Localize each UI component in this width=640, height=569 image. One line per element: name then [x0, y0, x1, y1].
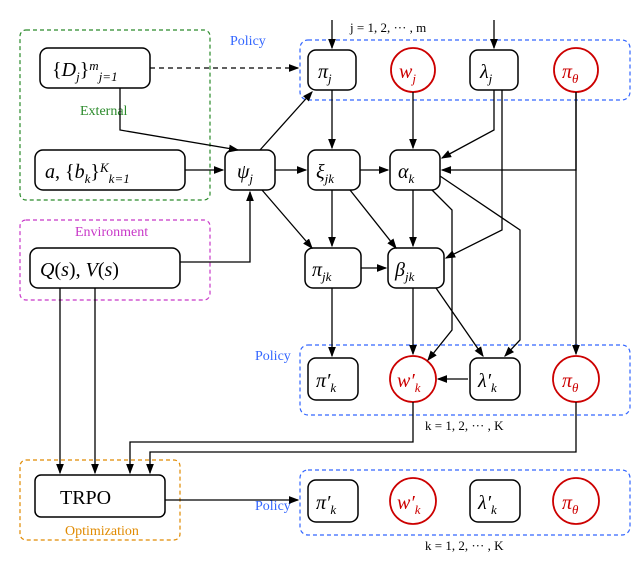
policy-mid-label: Policy — [255, 349, 291, 364]
node-pitheta-bot — [553, 478, 599, 524]
node-TRPO-label: TRPO — [60, 487, 111, 509]
annotation-bot-k: k = 1, 2, ··· , K — [425, 538, 504, 553]
annotation-mid-k: k = 1, 2, ··· , K — [425, 418, 504, 433]
node-pitheta-mid — [553, 356, 599, 402]
policy-top-label: Policy — [230, 34, 266, 49]
annotation-top-j: j = 1, 2, ··· , m — [349, 20, 426, 35]
edge-xi-beta — [350, 190, 396, 248]
policy-bot-label: Policy — [255, 499, 291, 514]
edge-beta-lambdak — [436, 288, 483, 356]
node-pij — [308, 50, 356, 90]
edge-psi-pijk — [262, 190, 312, 248]
edge-pitheta-mid-TRPO — [150, 402, 576, 473]
edge-wk-TRPO — [130, 402, 413, 473]
diagram: External Environment Optimization Policy… — [0, 0, 640, 569]
node-QV-label: Q(s), V(s) — [40, 259, 119, 281]
node-lambdaj — [470, 50, 518, 90]
environment-label: Environment — [75, 225, 148, 240]
edge-QV-psi — [180, 192, 250, 262]
edge-D-psi — [120, 88, 238, 150]
edge-pitheta-alpha — [442, 92, 576, 170]
edge-psi-pij — [260, 92, 312, 150]
optimization-label: Optimization — [65, 524, 139, 539]
